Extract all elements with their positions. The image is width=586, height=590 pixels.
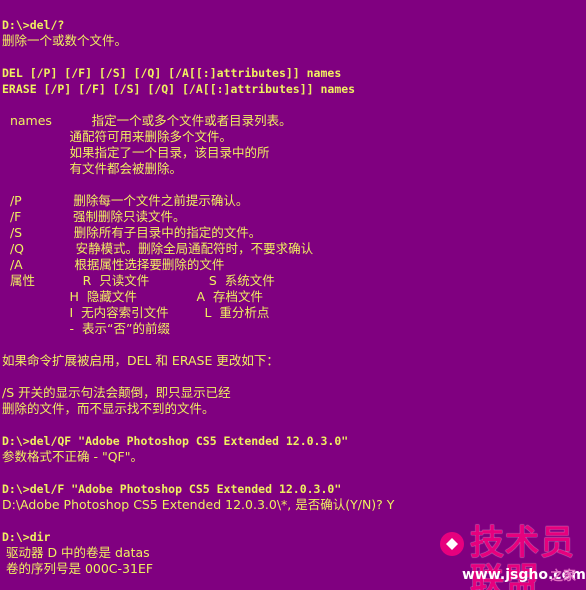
site-watermark: 技术员联盟 www.jsgho.com 之家 — [350, 524, 586, 590]
console-line: /P 删除每一个文件之前提示确认。 — [2, 193, 249, 208]
console-line: 有文件都会被删除。 — [2, 161, 183, 176]
console-line: D:\>del/QF "Adobe Photoshop CS5 Extended… — [2, 434, 349, 448]
console-line: - 表示“否”的前缀 — [2, 321, 170, 336]
console-line: 卷的序列号是 000C-31EF — [2, 561, 154, 576]
watermark-logo-icon — [440, 532, 464, 556]
console-line: 通配符可用来删除多个文件。 — [2, 129, 233, 144]
console-line: /S 删除所有子目录中的指定的文件。 — [2, 225, 262, 240]
console-line: D:\>del/F "Adobe Photoshop CS5 Extended … — [2, 482, 342, 496]
console-line: /Q 安静模式。删除全局通配符时，不要求确认 — [2, 241, 314, 256]
console-line: 删除一个或数个文件。 — [2, 33, 128, 48]
console-line: /A 根据属性选择要删除的文件 — [2, 257, 225, 272]
console-line: /F 强制删除只读文件。 — [2, 209, 186, 224]
console-line: D:\Adobe Photoshop CS5 Extended 12.0.3.0… — [2, 497, 395, 512]
console-line: 删除的文件，而不显示找不到的文件。 — [2, 401, 215, 416]
console-line: D:\>del/? — [2, 18, 65, 32]
console-line: 驱动器 D 中的卷是 datas — [2, 545, 150, 560]
console-line: names 指定一个或多个文件或者目录列表。 — [2, 113, 292, 128]
console-line: I 无内容索引文件 L 重分析点 — [2, 305, 270, 320]
console-line: /S 开关的显示句法会颠倒，即只显示已经 — [2, 385, 231, 400]
console-line: DEL [/P] [/F] [/S] [/Q] [/A[[:]attribute… — [2, 66, 342, 80]
console-line: D:\>dir — [2, 530, 51, 544]
console-line: 属性 R 只读文件 S 系统文件 — [2, 273, 275, 288]
watermark-suffix: 之家 — [550, 569, 577, 584]
command-prompt-window[interactable]: D:\>del/? 删除一个或数个文件。 DEL [/P] [/F] [/S] … — [0, 0, 586, 590]
console-line: 如果命令扩展被启用，DEL 和 ERASE 更改如下： — [2, 353, 279, 368]
console-line: ERASE [/P] [/F] [/S] [/Q] [/A[[:]attribu… — [2, 82, 356, 96]
console-line: 参数格式不正确 - "QF"。 — [2, 449, 143, 464]
console-line: 如果指定了一个目录，该目录中的所 — [2, 145, 270, 160]
console-line: H 隐藏文件 A 存档文件 — [2, 289, 263, 304]
